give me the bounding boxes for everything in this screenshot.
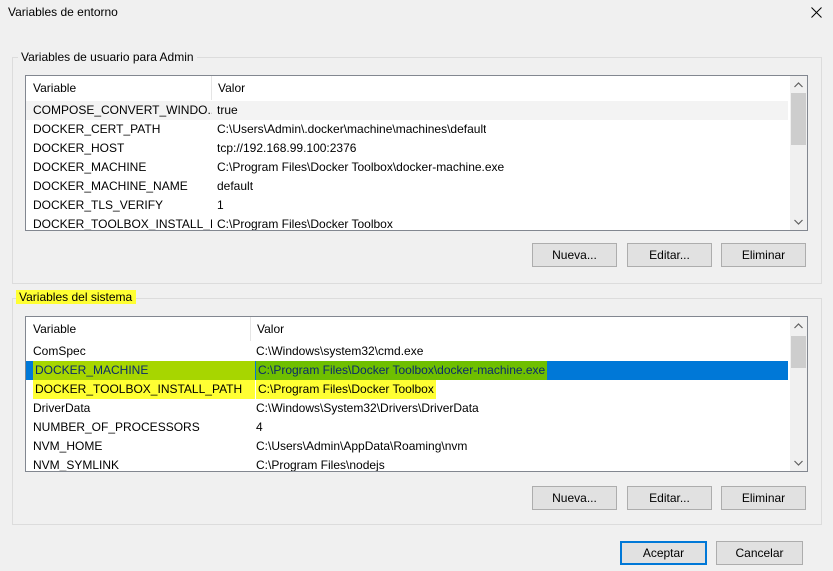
variable-value: C:\Windows\system32\cmd.exe (256, 344, 424, 358)
user-edit-button[interactable]: Editar... (627, 243, 712, 267)
column-header-variable[interactable]: Variable (27, 317, 250, 341)
user-delete-button[interactable]: Eliminar (721, 243, 806, 267)
variable-value: 4 (256, 420, 263, 434)
column-header-value[interactable]: Valor (251, 317, 771, 341)
variable-value: C:\Program Files\Docker Toolbox\docker-m… (256, 361, 548, 380)
table-row[interactable]: DOCKER_MACHINE C:\Program Files\Docker To… (26, 361, 788, 380)
variable-value: C:\Program Files\Docker Toolbox (217, 217, 393, 231)
user-new-button[interactable]: Nueva... (532, 243, 617, 267)
user-variables-label: Variables de usuario para Admin (18, 50, 197, 64)
table-row[interactable]: NVM_HOME C:\Users\Admin\AppData\Roaming\n… (26, 437, 788, 456)
cancel-button[interactable]: Cancelar (716, 541, 803, 565)
scroll-up-arrow[interactable] (790, 76, 807, 93)
table-row[interactable]: ComSpec C:\Windows\system32\cmd.exe (26, 342, 788, 361)
variable-name: DOCKER_TLS_VERIFY (33, 198, 164, 212)
column-header-variable[interactable]: Variable (27, 76, 211, 100)
close-button[interactable] (800, 0, 833, 24)
window-title: Variables de entorno (8, 5, 118, 19)
column-header-value[interactable]: Valor (212, 76, 772, 100)
variable-value: C:\Windows\System32\Drivers\DriverData (256, 401, 479, 415)
chevron-down-icon (794, 219, 803, 225)
variable-value: C:\Program Files\Docker Toolbox (256, 380, 436, 399)
table-row[interactable]: DOCKER_MACHINE C:\Program Files\Docker To… (26, 158, 788, 177)
scroll-thumb[interactable] (791, 336, 806, 368)
variable-name: DOCKER_MACHINE (33, 160, 147, 174)
variable-value: 1 (217, 198, 224, 212)
variable-value: C:\Users\Admin\AppData\Roaming\nvm (256, 439, 468, 453)
chevron-down-icon (794, 460, 803, 466)
variable-value: tcp://192.168.99.100:2376 (217, 141, 357, 155)
system-delete-button[interactable]: Eliminar (721, 486, 806, 510)
table-row[interactable]: DOCKER_TLS_VERIFY 1 (26, 196, 788, 215)
variable-name: DOCKER_MACHINE (33, 361, 255, 380)
variable-value: C:\Program Files\nodejs (256, 458, 385, 472)
variable-name: DOCKER_TOOLBOX_INSTALL_PATH (33, 380, 255, 399)
system-list-scrollbar[interactable] (790, 317, 807, 471)
system-variables-label: Variables del sistema (16, 290, 137, 304)
table-row[interactable]: DOCKER_HOST tcp://192.168.99.100:2376 (26, 139, 788, 158)
variable-value: C:\Program Files\Docker Toolbox\docker-m… (217, 160, 505, 174)
variable-value: true (217, 103, 238, 117)
variable-name: DOCKER_CERT_PATH (33, 122, 161, 136)
variable-name: COMPOSE_CONVERT_WINDO... (33, 103, 212, 117)
variable-name: DriverData (33, 401, 91, 415)
variable-name: DOCKER_HOST (33, 141, 125, 155)
table-row[interactable]: DriverData C:\Windows\System32\Drivers\Dr… (26, 399, 788, 418)
table-row[interactable]: DOCKER_CERT_PATH C:\Users\Admin\.docker\m… (26, 120, 788, 139)
chevron-up-icon (794, 81, 803, 87)
table-row[interactable]: DOCKER_TOOLBOX_INSTALL_PATH C:\Program Fi… (26, 380, 788, 399)
variable-value: C:\Users\Admin\.docker\machine\machines\… (217, 122, 487, 136)
variable-name: DOCKER_TOOLBOX_INSTALL_P... (33, 217, 212, 231)
scroll-down-arrow[interactable] (790, 454, 807, 471)
system-variables-list[interactable]: Variable Valor ComSpec C:\Windows\system3… (25, 316, 808, 472)
close-icon (811, 6, 822, 18)
variable-name: NVM_SYMLINK (33, 458, 120, 472)
scroll-up-arrow[interactable] (790, 317, 807, 334)
list-header: Variable Valor (26, 317, 807, 341)
scroll-thumb[interactable] (791, 93, 806, 145)
system-new-button[interactable]: Nueva... (532, 486, 617, 510)
variable-name: DOCKER_MACHINE_NAME (33, 179, 188, 193)
variable-name: ComSpec (33, 344, 86, 358)
user-variables-list[interactable]: Variable Valor COMPOSE_CONVERT_WINDO...t… (25, 75, 808, 231)
variable-value: default (217, 179, 254, 193)
accept-button[interactable]: Aceptar (620, 541, 707, 565)
table-row[interactable]: NUMBER_OF_PROCESSORS 4 (26, 418, 788, 437)
list-header: Variable Valor (26, 76, 807, 100)
chevron-up-icon (794, 322, 803, 328)
table-row[interactable]: DOCKER_MACHINE_NAME default (26, 177, 788, 196)
scroll-down-arrow[interactable] (790, 213, 807, 230)
system-edit-button[interactable]: Editar... (627, 486, 712, 510)
table-row[interactable]: DOCKER_TOOLBOX_INSTALL_P... C:\Program Fi… (26, 215, 788, 231)
table-row[interactable]: COMPOSE_CONVERT_WINDO... true (26, 101, 788, 120)
table-row[interactable]: NVM_SYMLINK C:\Program Files\nodejs (26, 456, 788, 472)
variable-name: NVM_HOME (33, 439, 103, 453)
variable-name: NUMBER_OF_PROCESSORS (33, 420, 200, 434)
user-list-scrollbar[interactable] (790, 76, 807, 230)
